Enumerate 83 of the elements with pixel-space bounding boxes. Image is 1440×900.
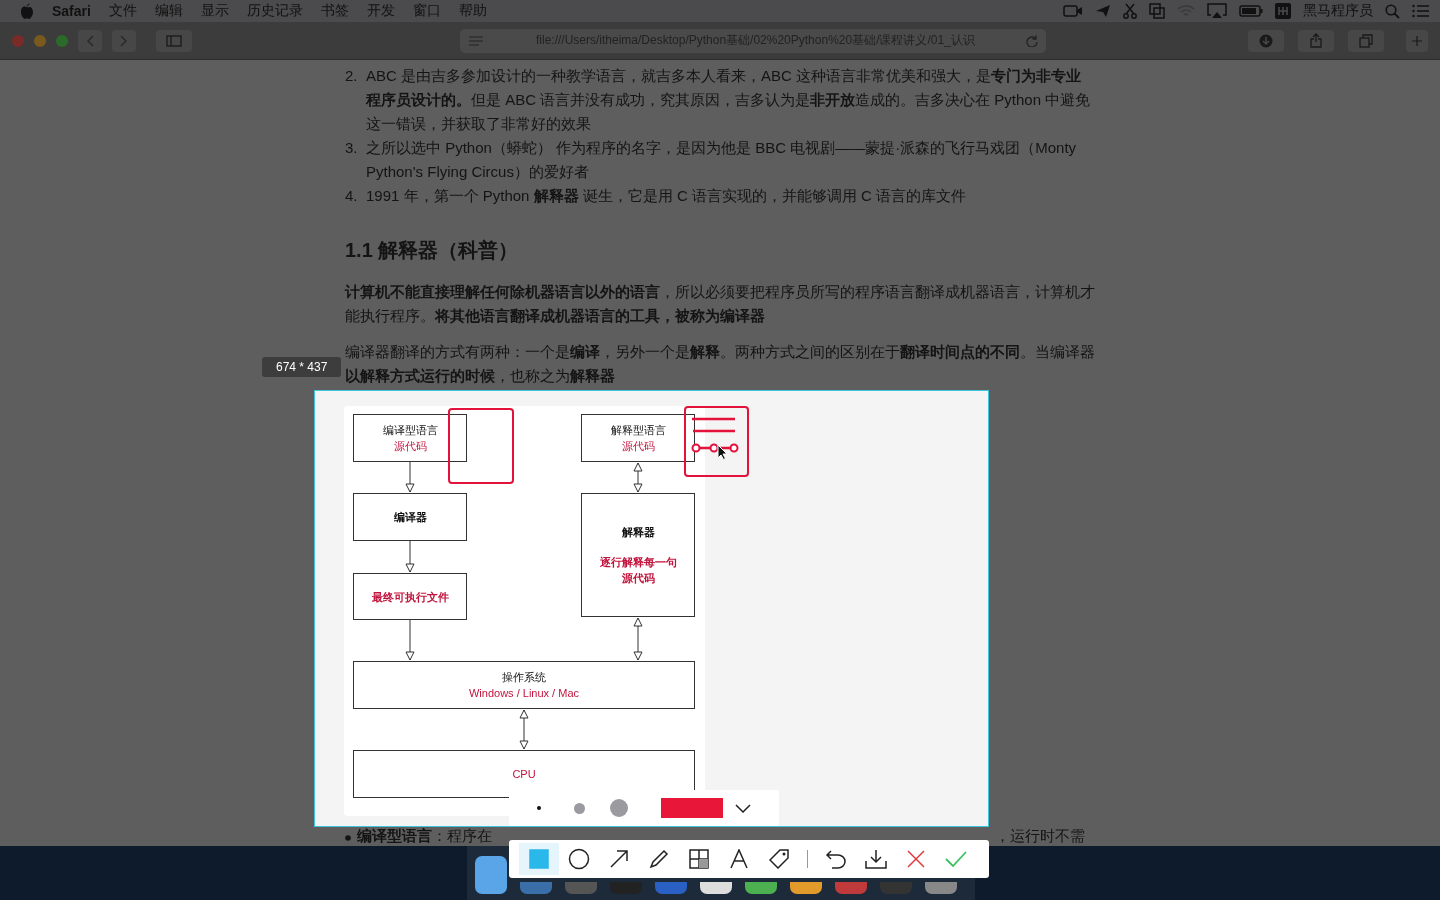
chevron-down-icon [735, 803, 751, 813]
list-number: 3. [345, 138, 359, 158]
list-number: 4. [345, 186, 359, 206]
sidebar-button[interactable] [156, 29, 192, 52]
chevron-left-icon [86, 34, 94, 47]
box-label: 源代码 [393, 439, 427, 454]
menu-item[interactable]: 开发 [366, 2, 395, 20]
airplay-icon[interactable] [1207, 3, 1227, 19]
text-icon [730, 849, 748, 869]
app-icon[interactable] [745, 882, 777, 894]
app-icon[interactable] [790, 882, 822, 894]
box-title: 编译型语言 [382, 423, 438, 438]
menu-item[interactable]: 书签 [320, 2, 349, 20]
size-label: 674 * 437 [262, 357, 342, 377]
arrow-icon [609, 849, 629, 869]
box-label: Windows / Linux / Mac [468, 686, 579, 701]
list-icon[interactable] [1412, 4, 1430, 18]
close-button[interactable] [12, 34, 24, 47]
forward-button[interactable] [112, 29, 136, 52]
app-icon[interactable] [700, 882, 732, 894]
menu-item[interactable]: 文件 [108, 2, 137, 20]
menu-item[interactable]: 编辑 [154, 2, 183, 20]
bullet-text: ，运行时不需 [995, 826, 1085, 846]
copy-icon[interactable] [1149, 3, 1165, 19]
chevron-right-icon [120, 34, 128, 47]
bullet-text: ：程序在 [432, 826, 492, 846]
color-swatch[interactable] [661, 798, 723, 818]
paragraph: 计算机不能直接理解任何除机器语言以外的语言，所以必须要把程序员所写的程序语言翻译成机器语言，计算机才能执行程序。将其他语言翻译成机器语言的工具，被称为编译器 [345, 282, 1096, 326]
zoom-button[interactable] [56, 34, 68, 47]
reload-icon[interactable] [1026, 34, 1038, 47]
share-button[interactable] [1298, 29, 1334, 52]
check-icon [945, 851, 967, 867]
download-button[interactable] [1248, 29, 1284, 52]
camera-icon[interactable] [1063, 4, 1083, 18]
bullet-icon [345, 835, 351, 841]
tabs-icon [1359, 33, 1373, 48]
mosaic-icon [689, 849, 709, 869]
rectangle-icon [529, 849, 549, 869]
box-label: 逐行解释每一句 源代码 [599, 555, 677, 586]
flow-arrow [405, 540, 415, 573]
send-icon[interactable] [1095, 4, 1111, 18]
undo-icon [825, 849, 847, 869]
menu-item[interactable]: 历史记录 [246, 2, 303, 20]
plus-icon [1412, 35, 1422, 46]
search-icon[interactable] [1385, 3, 1400, 19]
annotation-drawing[interactable] [690, 415, 740, 455]
scissors-icon[interactable] [1123, 3, 1137, 19]
box-title: 解释型语言 [610, 423, 666, 438]
double-arrow [519, 709, 529, 750]
menu-item[interactable]: Safari [52, 3, 91, 19]
double-arrow [633, 617, 643, 661]
box-label: 最终可执行文件 [371, 589, 449, 605]
annotation-rectangle[interactable] [684, 406, 749, 477]
new-tab-button[interactable] [1406, 29, 1428, 52]
box-title: 编译器 [393, 510, 427, 525]
close-icon [907, 850, 925, 868]
tag-icon [769, 849, 789, 869]
back-button[interactable] [78, 29, 102, 52]
list-number: 2. [345, 66, 359, 86]
user-name[interactable]: 黑马程序员 [1303, 2, 1373, 20]
battery-icon[interactable] [1239, 5, 1263, 17]
section-heading: 1.1 解释器（科普） [345, 238, 520, 263]
box-title: 解释器 [621, 525, 655, 540]
annotation-rectangle[interactable] [448, 408, 514, 484]
box-title: 操作系统 [502, 670, 546, 685]
tabs-button[interactable] [1348, 29, 1384, 52]
bullet-term: 编译型语言 [357, 826, 432, 846]
list-text: 之所以选中 Python（蟒蛇） 作为程序的名字，是因为他是 BBC 电视剧——蒙提·派森的飞行马戏团（Monty Python's Flying Circus）的爱好者 [366, 138, 1078, 182]
apple-icon[interactable] [20, 3, 34, 19]
sidebar-icon [166, 34, 182, 47]
flow-arrow [405, 461, 415, 493]
download-icon [1259, 33, 1273, 48]
cursor-icon [717, 444, 728, 460]
box-label: 源代码 [621, 439, 655, 454]
download-icon [865, 849, 887, 869]
double-arrow [633, 462, 643, 493]
flow-arrow [405, 619, 415, 661]
share-icon [1310, 33, 1322, 48]
box-label: CPU [512, 767, 536, 782]
app-icon[interactable] [475, 856, 507, 894]
pen-icon [649, 849, 669, 869]
circle-icon [568, 848, 590, 870]
minimize-button[interactable] [34, 34, 46, 47]
